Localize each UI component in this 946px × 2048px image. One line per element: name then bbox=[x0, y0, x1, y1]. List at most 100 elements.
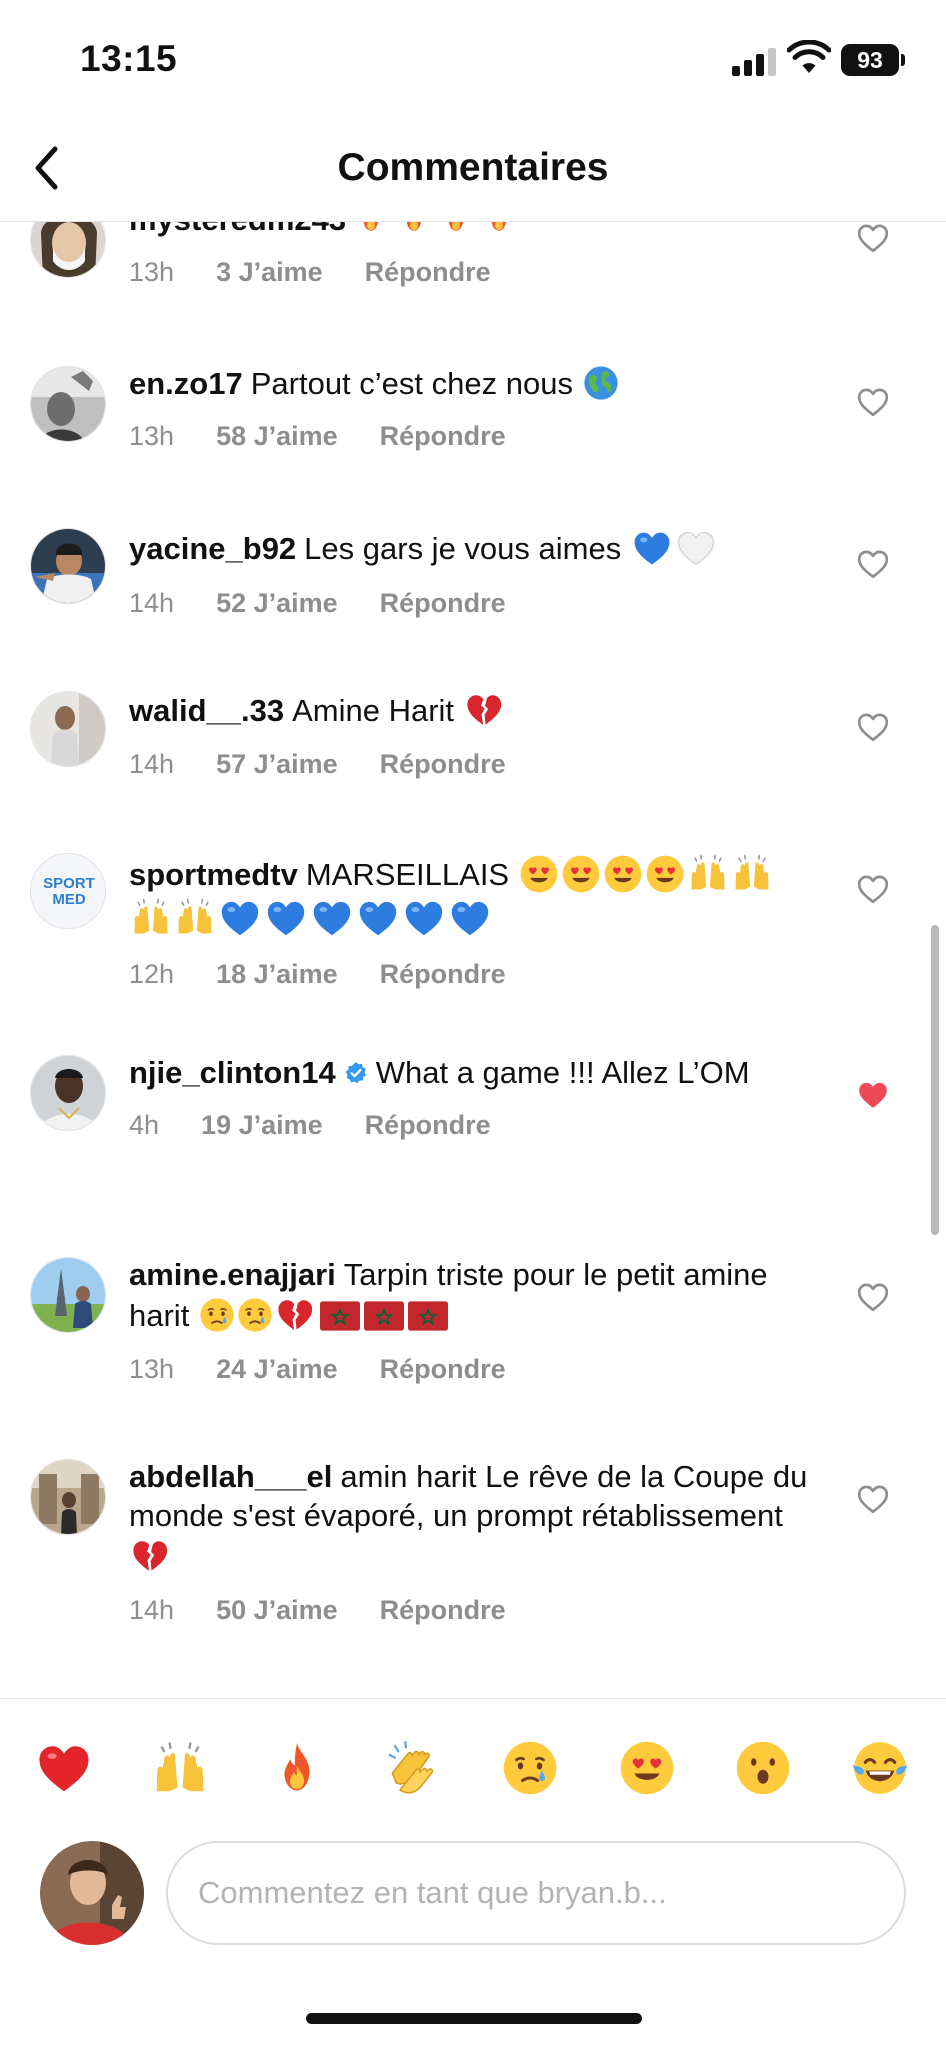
comment-likes[interactable]: 57 J’aime bbox=[216, 749, 338, 780]
reply-button[interactable]: Répondre bbox=[380, 421, 506, 452]
clapping-hands-icon bbox=[382, 1737, 444, 1799]
liked-heart-icon[interactable] bbox=[855, 1077, 891, 1113]
comment-meta: 14h 50 J’aime Répondre bbox=[129, 1595, 809, 1626]
like-heart-icon[interactable] bbox=[855, 546, 891, 582]
comment-text: Partout c’est chez nous bbox=[250, 366, 573, 401]
blue-heart-icon bbox=[630, 526, 674, 570]
verified-badge-icon bbox=[345, 1062, 366, 1084]
reaction-heart-button[interactable] bbox=[33, 1737, 95, 1799]
reply-button[interactable]: Répondre bbox=[380, 1595, 506, 1626]
avatar[interactable] bbox=[30, 528, 106, 604]
comment-emojis bbox=[354, 222, 516, 237]
comment-input[interactable] bbox=[166, 1841, 906, 1945]
comment-likes[interactable]: 52 J’aime bbox=[216, 588, 338, 619]
crying-face-icon bbox=[500, 1738, 560, 1798]
comment-meta: 4h 19 J’aime Répondre bbox=[129, 1110, 809, 1141]
fire-icon bbox=[267, 1738, 327, 1798]
comment-time: 14h bbox=[129, 1595, 175, 1625]
comment-text: Amine Harit bbox=[292, 693, 455, 728]
raising-hands-icon bbox=[149, 1737, 211, 1799]
reply-button[interactable]: Répondre bbox=[380, 959, 506, 990]
surprised-face-icon bbox=[733, 1738, 793, 1798]
like-heart-icon[interactable] bbox=[855, 1481, 891, 1517]
heart-eyes-face-icon bbox=[617, 1738, 677, 1798]
comment-username[interactable]: sportmedtv bbox=[129, 857, 298, 892]
comment-username[interactable]: yacine_b92 bbox=[129, 531, 296, 566]
comment-username[interactable]: en.zo17 bbox=[129, 366, 243, 401]
battery-level: 93 bbox=[857, 46, 883, 73]
battery-indicator: 93 bbox=[841, 44, 899, 76]
like-heart-icon[interactable] bbox=[855, 1279, 891, 1315]
comment-likes[interactable]: 24 J’aime bbox=[216, 1354, 338, 1385]
tears-of-joy-face-icon bbox=[849, 1737, 911, 1799]
comment-likes[interactable]: 19 J’aime bbox=[201, 1110, 323, 1141]
avatar[interactable] bbox=[30, 1459, 106, 1535]
broken-heart-icon bbox=[129, 1535, 171, 1577]
reaction-surprised-button[interactable] bbox=[732, 1737, 794, 1799]
svg-text:MED: MED bbox=[52, 891, 86, 908]
comment-meta: 13h 24 J’aime Répondre bbox=[129, 1354, 809, 1385]
comment-meta: 14h 57 J’aime Répondre bbox=[129, 749, 809, 780]
comment-time: 13h bbox=[129, 1354, 175, 1384]
quick-reactions-bar bbox=[0, 1698, 946, 1833]
reaction-fire-button[interactable] bbox=[266, 1737, 328, 1799]
svg-text:SPORT: SPORT bbox=[43, 875, 95, 892]
comment-likes[interactable]: 3 J’aime bbox=[216, 257, 323, 288]
reaction-tears-of-joy-button[interactable] bbox=[849, 1737, 911, 1799]
status-time: 13:15 bbox=[80, 38, 178, 79]
comment-time: 12h bbox=[129, 959, 175, 989]
cellular-signal-icon bbox=[732, 44, 778, 76]
comment-time: 13h bbox=[129, 257, 175, 287]
reply-button[interactable]: Répondre bbox=[380, 1354, 506, 1385]
comment-time: 4h bbox=[129, 1110, 160, 1140]
comment-text: MARSEILLAIS bbox=[305, 857, 510, 892]
reaction-heart-eyes-button[interactable] bbox=[616, 1737, 678, 1799]
comment-likes[interactable]: 18 J’aime bbox=[216, 959, 338, 990]
comment-emojis bbox=[198, 1298, 448, 1333]
avatar[interactable] bbox=[30, 222, 106, 278]
comment-username[interactable]: njie_clinton14 bbox=[129, 1055, 336, 1090]
comment-likes[interactable]: 50 J’aime bbox=[216, 1595, 338, 1626]
reaction-clapping-button[interactable] bbox=[382, 1737, 444, 1799]
comment-text: What a game !!! Allez L’OM bbox=[375, 1055, 750, 1090]
home-indicator[interactable] bbox=[306, 2013, 642, 2024]
reply-button[interactable]: Répondre bbox=[365, 257, 491, 288]
comment-meta: 12h 18 J’aime Répondre bbox=[129, 959, 809, 990]
comment-text: Les gars je vous aimes bbox=[304, 531, 622, 566]
reply-button[interactable]: Répondre bbox=[380, 749, 506, 780]
red-heart-icon bbox=[33, 1737, 95, 1799]
comments-list[interactable]: mysteredm243 13h 3 J’aime Répondre en.zo… bbox=[0, 222, 946, 1698]
like-heart-icon[interactable] bbox=[855, 222, 891, 256]
comment-meta: 13h 58 J’aime Répondre bbox=[129, 421, 809, 452]
avatar[interactable] bbox=[30, 1257, 106, 1333]
comment-username[interactable]: amine.enajjari bbox=[129, 1257, 336, 1292]
avatar[interactable] bbox=[30, 691, 106, 767]
reply-button[interactable]: Répondre bbox=[365, 1110, 491, 1141]
status-bar: 13:15 93 bbox=[0, 0, 946, 120]
like-heart-icon[interactable] bbox=[855, 384, 891, 420]
comment-composer bbox=[0, 1833, 946, 1973]
avatar[interactable] bbox=[30, 1055, 106, 1131]
like-heart-icon[interactable] bbox=[855, 709, 891, 745]
page-title: Commentaires bbox=[337, 146, 609, 189]
comment-username[interactable]: abdellah___el bbox=[129, 1459, 332, 1494]
comment-meta: 14h 52 J’aime Répondre bbox=[129, 588, 809, 619]
comment-time: 14h bbox=[129, 588, 175, 618]
comment-likes[interactable]: 58 J’aime bbox=[216, 421, 338, 452]
like-heart-icon[interactable] bbox=[855, 871, 891, 907]
comment-username[interactable]: walid__.33 bbox=[129, 693, 284, 728]
avatar[interactable] bbox=[30, 366, 106, 442]
comment-username[interactable]: mysteredm243 bbox=[129, 222, 346, 237]
scrollbar[interactable] bbox=[931, 925, 939, 1235]
comment-time: 13h bbox=[129, 421, 175, 451]
current-user-avatar[interactable] bbox=[40, 1841, 144, 1945]
avatar[interactable]: SPORT MED bbox=[30, 853, 106, 929]
broken-heart-icon bbox=[463, 689, 505, 731]
battery-tip bbox=[901, 54, 905, 66]
wifi-icon bbox=[787, 40, 831, 73]
reply-button[interactable]: Répondre bbox=[380, 588, 506, 619]
earth-globe-icon bbox=[582, 364, 620, 402]
reaction-raising-hands-button[interactable] bbox=[149, 1737, 211, 1799]
reaction-crying-button[interactable] bbox=[499, 1737, 561, 1799]
comment-meta: 13h 3 J’aime Répondre bbox=[129, 257, 809, 288]
